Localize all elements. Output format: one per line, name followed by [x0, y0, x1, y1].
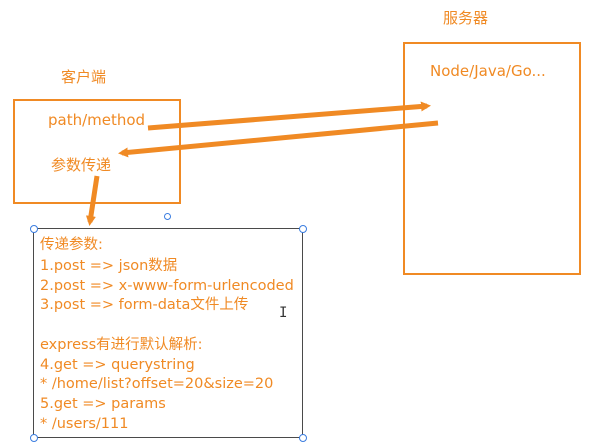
note-line: 2.post => x-www-form-urlencoded: [40, 278, 294, 294]
note-line: 3.post => form-data文件上传: [40, 297, 249, 313]
selection-handle-bottom-left[interactable]: [30, 434, 38, 442]
selection-handle-top-left[interactable]: [30, 225, 38, 233]
text-cursor-icon: I: [279, 305, 288, 321]
note-line: 传递参数:: [40, 237, 103, 253]
rotate-handle[interactable]: [164, 213, 171, 220]
note-line: express有进行默认解析:: [40, 337, 203, 353]
request-arrow: [147, 101, 431, 131]
selection-handle-bottom-right[interactable]: [299, 434, 307, 442]
note-line: * /users/111: [40, 416, 129, 432]
note-line: * /home/list?offset=20&size=20: [40, 376, 274, 392]
params-arrow: [85, 175, 100, 226]
note-line: 1.post => json数据: [40, 258, 178, 274]
note-line: 4.get => querystring: [40, 357, 195, 373]
note-line: 5.get => params: [40, 396, 166, 412]
selection-handle-top-right[interactable]: [299, 225, 307, 233]
